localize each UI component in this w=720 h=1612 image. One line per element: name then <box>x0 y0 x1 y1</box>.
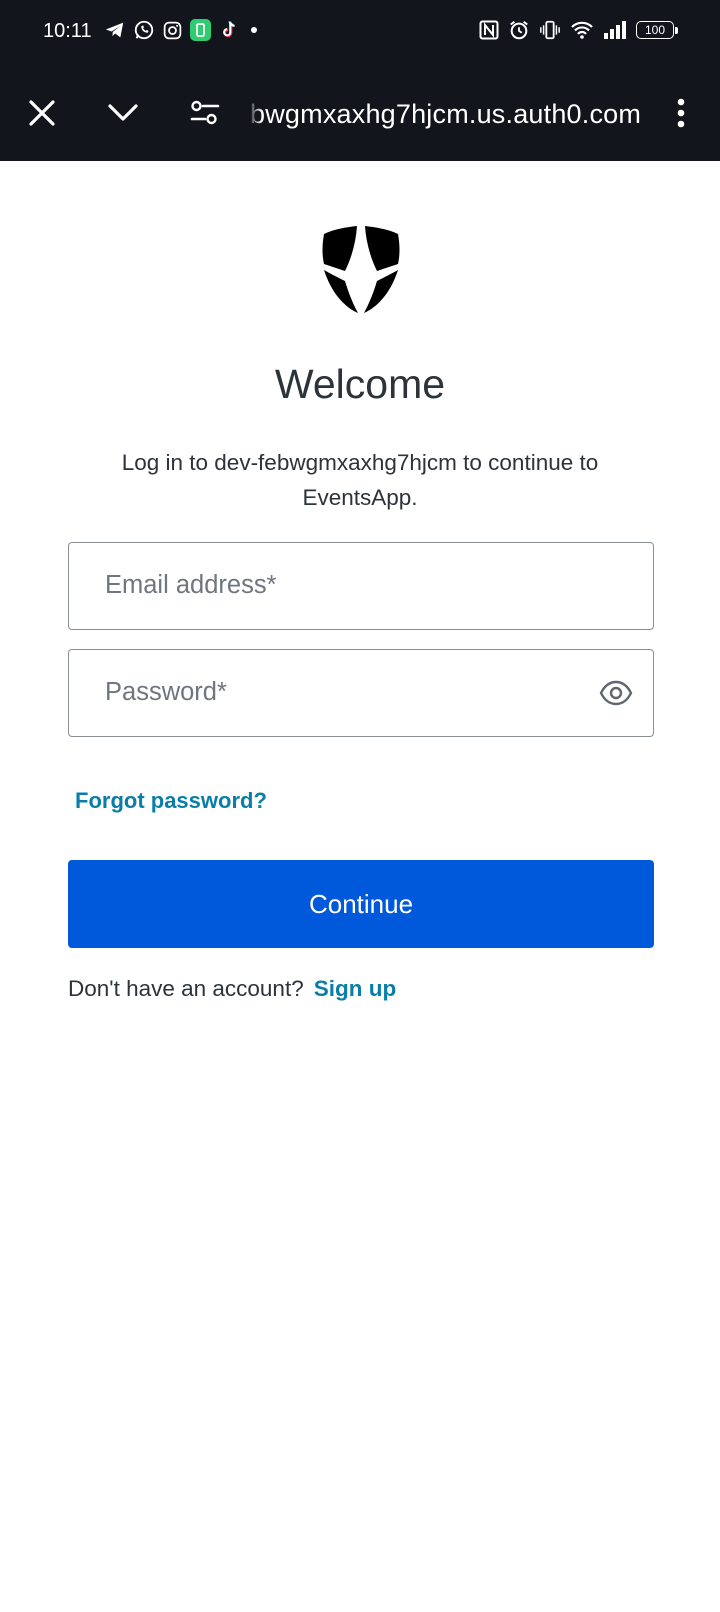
site-settings-icon[interactable] <box>182 90 228 136</box>
instagram-icon <box>162 20 183 41</box>
chevron-down-icon[interactable] <box>100 90 146 136</box>
whatsapp-icon <box>133 19 155 41</box>
continue-button[interactable]: Continue <box>68 860 654 948</box>
clock: 10:11 <box>43 20 92 42</box>
more-vert-icon[interactable] <box>658 90 704 136</box>
signal-icon <box>603 20 627 40</box>
notification-icons <box>104 19 262 41</box>
close-icon[interactable] <box>19 90 65 136</box>
tiktok-icon <box>218 19 239 41</box>
sign-up-link[interactable]: Sign up <box>314 976 397 1001</box>
telegram-icon <box>104 19 126 41</box>
nfc-icon <box>479 20 499 40</box>
page-title: Welcome <box>274 361 446 407</box>
signup-row: Don't have an account? Sign up <box>68 976 396 1002</box>
battery-icon: 100 <box>636 21 678 39</box>
url-bar[interactable]: bwgmxaxhg7hjcm.us.auth0.com <box>250 94 650 134</box>
system-icons: 100 <box>479 19 678 41</box>
email-input[interactable] <box>105 543 575 628</box>
vibrate-icon <box>539 19 561 41</box>
dot-icon <box>246 22 262 38</box>
login-subtitle: Log in to dev-febwgmxaxhg7hjcm to contin… <box>121 450 599 510</box>
show-password-eye-icon[interactable] <box>599 679 633 707</box>
browser-chrome: 10:11 100 bwgmxaxhg7hjcm.us.auth0.com <box>0 0 720 161</box>
url-fade <box>248 94 262 134</box>
forgot-password-link[interactable]: Forgot password? <box>75 788 267 814</box>
wifi-icon <box>570 20 594 40</box>
email-field[interactable] <box>68 542 654 630</box>
browser-toolbar: bwgmxaxhg7hjcm.us.auth0.com <box>0 72 720 152</box>
status-bar: 10:11 100 <box>0 0 720 64</box>
password-field[interactable] <box>68 649 654 737</box>
login-page: Welcome Log in to dev-febwgmxaxhg7hjcm t… <box>0 161 720 1612</box>
alarm-icon <box>508 19 530 41</box>
auth0-logo-icon <box>322 226 400 313</box>
no-account-text: Don't have an account? <box>68 976 304 1001</box>
password-input[interactable] <box>105 650 575 735</box>
app-icon <box>190 19 211 41</box>
